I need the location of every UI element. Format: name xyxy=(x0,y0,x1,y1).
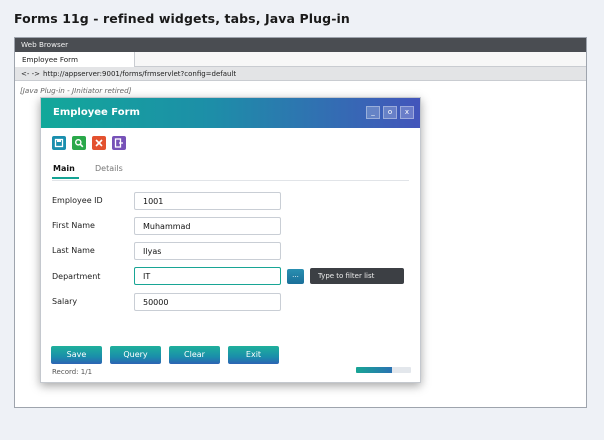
close-button[interactable]: x xyxy=(400,106,414,119)
active-tab-indicator xyxy=(52,177,79,179)
salary-label: Salary xyxy=(52,297,78,306)
tab-details[interactable]: Details xyxy=(95,164,123,173)
salary-input[interactable] xyxy=(134,293,281,311)
department-label: Department xyxy=(52,272,101,281)
progress-fill xyxy=(356,367,392,373)
exit-icon xyxy=(112,136,126,150)
browser-tab-employee-form[interactable]: Employee Form xyxy=(15,52,135,67)
clear-button[interactable]: Clear xyxy=(169,346,220,364)
query-toolbar-button[interactable] xyxy=(72,136,86,150)
progress-bar xyxy=(356,367,411,373)
exit-toolbar-button[interactable] xyxy=(112,136,126,150)
minimize-button[interactable]: _ xyxy=(366,106,380,119)
maximize-button[interactable]: o xyxy=(383,106,397,119)
department-input[interactable] xyxy=(134,267,281,285)
search-icon xyxy=(72,136,86,150)
nav-arrows[interactable]: <- -> xyxy=(21,67,40,80)
save-button[interactable]: Save xyxy=(51,346,102,364)
first-name-label: First Name xyxy=(52,221,95,230)
filter-tooltip: Type to filter list xyxy=(310,268,404,284)
page-title: Forms 11g - refined widgets, tabs, Java … xyxy=(14,11,350,26)
last-name-label: Last Name xyxy=(52,246,95,255)
save-icon xyxy=(52,136,66,150)
query-button[interactable]: Query xyxy=(110,346,161,364)
browser-title: Web Browser xyxy=(21,40,69,49)
form-titlebar[interactable]: Employee Form _ o x xyxy=(41,98,420,128)
tab-divider xyxy=(52,180,409,181)
save-toolbar-button[interactable] xyxy=(52,136,66,150)
browser-titlebar: Web Browser xyxy=(15,38,586,52)
delete-toolbar-button[interactable] xyxy=(92,136,106,150)
browser-tabstrip: Employee Form xyxy=(15,52,586,67)
last-name-input[interactable] xyxy=(134,242,281,260)
employee-id-label: Employee ID xyxy=(52,196,103,205)
first-name-input[interactable] xyxy=(134,217,281,235)
address-bar[interactable]: <- -> http://appserver:9001/forms/frmser… xyxy=(15,67,586,81)
employee-form-window: Employee Form _ o x Main Details Employe… xyxy=(40,97,421,383)
exit-button[interactable]: Exit xyxy=(228,346,279,364)
form-title: Employee Form xyxy=(53,107,140,118)
url-text[interactable]: http://appserver:9001/forms/frmservlet?c… xyxy=(43,67,236,80)
department-lov-button[interactable]: ... xyxy=(287,269,304,284)
tab-main[interactable]: Main xyxy=(53,164,75,173)
plugin-note: [Java Plug-in - JInitiator retired] xyxy=(20,86,132,95)
employee-id-input[interactable] xyxy=(134,192,281,210)
record-indicator: Record: 1/1 xyxy=(52,368,93,376)
delete-icon xyxy=(92,136,106,150)
